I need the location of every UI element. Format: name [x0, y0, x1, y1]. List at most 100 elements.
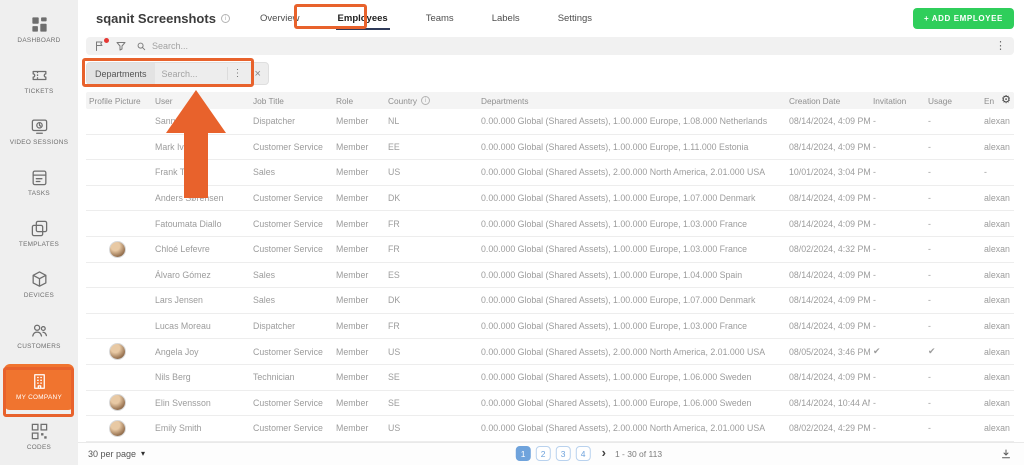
- en-cell: alexan: [981, 347, 1014, 357]
- topbar: sqanit Screenshots i Overview Employees …: [78, 0, 1024, 36]
- page-button-2[interactable]: 2: [536, 446, 551, 461]
- table-row[interactable]: Mark Ivanov Customer Service Member EE 0…: [86, 135, 1014, 161]
- table-row[interactable]: Álvaro Gómez Sales Member ES 0.00.000 Gl…: [86, 263, 1014, 289]
- creation-date-cell: 08/14/2024, 4:09 PM: [786, 270, 870, 280]
- main-content: sqanit Screenshots i Overview Employees …: [78, 0, 1024, 465]
- sidebar-item-my-company[interactable]: MY COMPANY: [4, 364, 74, 410]
- country-info-icon[interactable]: i: [421, 96, 430, 105]
- sidebar-item-label: CUSTOMERS: [17, 343, 60, 351]
- sidebar-item-label: MY COMPANY: [16, 394, 62, 402]
- filter-kebab-icon[interactable]: ⋮: [227, 67, 248, 80]
- user-cell: Nils Berg: [152, 372, 250, 382]
- usage-cell: -: [925, 423, 981, 433]
- usage-cell: -: [925, 295, 981, 305]
- job-title-cell: Sales: [250, 295, 333, 305]
- country-cell: US: [385, 423, 478, 433]
- title-info-icon[interactable]: i: [221, 14, 230, 23]
- table-row[interactable]: Frank Tank Sales Member US 0.00.000 Glob…: [86, 160, 1014, 186]
- col-user[interactable]: User: [152, 96, 250, 106]
- role-cell: Member: [333, 423, 385, 433]
- role-cell: Member: [333, 372, 385, 382]
- search-input[interactable]: [152, 41, 352, 51]
- tab-overview[interactable]: Overview: [258, 7, 302, 30]
- col-invitation[interactable]: Invitation: [870, 96, 925, 106]
- tab-teams[interactable]: Teams: [424, 7, 456, 30]
- sidebar-item-devices[interactable]: DEVICES: [4, 260, 74, 311]
- user-cell: Emily Smith: [152, 423, 250, 433]
- department-filter-search-input[interactable]: [155, 69, 227, 79]
- invitation-cell: -: [870, 244, 925, 254]
- creation-date-cell: 10/01/2024, 3:04 PM: [786, 167, 870, 177]
- my-company-icon: [30, 372, 49, 391]
- country-cell: US: [385, 167, 478, 177]
- col-usage[interactable]: Usage: [925, 96, 981, 106]
- country-cell: EE: [385, 142, 478, 152]
- col-departments[interactable]: Departments: [478, 96, 786, 106]
- sidebar-item-templates[interactable]: TEMPLATES: [4, 209, 74, 260]
- column-settings-gear-icon[interactable]: ⚙: [1001, 93, 1011, 106]
- table-row[interactable]: Angela Joy Customer Service Member US 0.…: [86, 339, 1014, 365]
- country-cell: FR: [385, 321, 478, 331]
- flag-icon[interactable]: [94, 40, 106, 52]
- employees-table: Profile Picture User Job Title Role Coun…: [86, 92, 1014, 442]
- download-icon[interactable]: [1000, 448, 1012, 460]
- add-employee-button[interactable]: + ADD EMPLOYEE: [913, 8, 1014, 29]
- table-row[interactable]: Nils Berg Technician Member SE 0.00.000 …: [86, 365, 1014, 391]
- tab-employees[interactable]: Employees: [336, 7, 390, 30]
- departments-cell: 0.00.000 Global (Shared Assets), 1.00.00…: [478, 219, 786, 229]
- col-job-title[interactable]: Job Title: [250, 96, 333, 106]
- invitation-cell: -: [870, 270, 925, 280]
- sidebar-item-tasks[interactable]: TASKS: [4, 158, 74, 209]
- page-button-4[interactable]: 4: [576, 446, 591, 461]
- toolbar-kebab-icon[interactable]: ⋮: [995, 41, 1006, 52]
- job-title-cell: Customer Service: [250, 423, 333, 433]
- departments-cell: 0.00.000 Global (Shared Assets), 2.00.00…: [478, 167, 786, 177]
- profile-picture-cell: [86, 164, 152, 181]
- usage-cell: -: [925, 142, 981, 152]
- job-title-cell: Technician: [250, 372, 333, 382]
- usage-cell: ✔: [925, 346, 981, 357]
- sidebar-item-codes[interactable]: CODES: [4, 412, 74, 463]
- col-creation-date[interactable]: Creation Date: [786, 96, 870, 106]
- usage-cell: -: [925, 116, 981, 126]
- next-page-icon[interactable]: ›: [602, 445, 606, 460]
- sidebar-item-customers[interactable]: CUSTOMERS: [4, 311, 74, 362]
- col-country[interactable]: Countryi: [385, 96, 478, 106]
- table-row[interactable]: Sanne Jensen Dispatcher Member NL 0.00.0…: [86, 109, 1014, 135]
- table-body: Sanne Jensen Dispatcher Member NL 0.00.0…: [86, 109, 1014, 442]
- video-sessions-icon: [30, 117, 49, 136]
- user-cell: Álvaro Gómez: [152, 270, 250, 280]
- profile-picture-cell: [86, 241, 152, 258]
- avatar: [109, 420, 126, 437]
- table-row[interactable]: Chloé Lefevre Customer Service Member FR…: [86, 237, 1014, 263]
- pagination: 1 2 3 4 › 1 - 30 of 113: [516, 445, 662, 462]
- table-row[interactable]: Lucas Moreau Dispatcher Member FR 0.00.0…: [86, 314, 1014, 340]
- table-row[interactable]: Fatoumata Diallo Customer Service Member…: [86, 211, 1014, 237]
- sidebar-item-dashboard[interactable]: DASHBOARD: [4, 5, 74, 56]
- search-toolbar: ⋮: [86, 37, 1014, 55]
- tab-settings[interactable]: Settings: [556, 7, 594, 30]
- table-row[interactable]: Elin Svensson Customer Service Member SE…: [86, 391, 1014, 417]
- page-button-1[interactable]: 1: [516, 446, 531, 461]
- sidebar-item-tickets[interactable]: TICKETS: [4, 56, 74, 107]
- col-role[interactable]: Role: [333, 96, 385, 106]
- dashboard-icon: [30, 15, 49, 34]
- profile-picture-cell: [86, 292, 152, 309]
- tab-labels[interactable]: Labels: [490, 7, 522, 30]
- sidebar-item-video-sessions[interactable]: VIDEO SESSIONS: [4, 107, 74, 158]
- per-page-select[interactable]: 30 per page ▾: [88, 449, 145, 459]
- filter-close-icon[interactable]: ×: [248, 68, 268, 80]
- en-cell: alexan: [981, 398, 1014, 408]
- table-row[interactable]: Anders Sørensen Customer Service Member …: [86, 186, 1014, 212]
- page-button-3[interactable]: 3: [556, 446, 571, 461]
- filter-icon[interactable]: [115, 40, 127, 52]
- table-row[interactable]: Lars Jensen Sales Member DK 0.00.000 Glo…: [86, 288, 1014, 314]
- usage-cell: -: [925, 372, 981, 382]
- departments-cell: 0.00.000 Global (Shared Assets), 1.00.00…: [478, 244, 786, 254]
- col-profile-picture[interactable]: Profile Picture: [86, 96, 152, 106]
- en-cell: alexan: [981, 193, 1014, 203]
- departments-filter-chip: Departments ⋮ ×: [86, 62, 269, 85]
- sidebar-item-label: TICKETS: [24, 88, 53, 96]
- departments-cell: 0.00.000 Global (Shared Assets), 1.00.00…: [478, 295, 786, 305]
- table-row[interactable]: Emily Smith Customer Service Member US 0…: [86, 416, 1014, 442]
